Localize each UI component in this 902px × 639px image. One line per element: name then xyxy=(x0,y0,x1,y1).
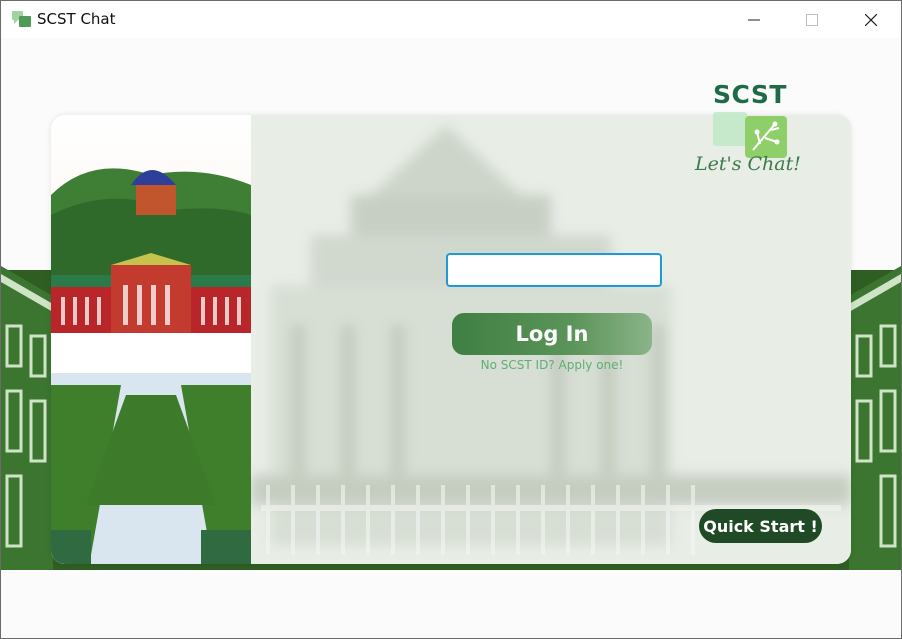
apply-id-link[interactable]: No SCST ID? Apply one! xyxy=(452,358,652,372)
scst-logo: SCST Let's Chat! xyxy=(691,80,816,180)
maximize-button[interactable] xyxy=(789,1,835,38)
close-button[interactable] xyxy=(848,1,894,38)
app-window: SCST Chat SCST Let's Chat! Log In No SCS… xyxy=(0,0,902,639)
window-title: SCST Chat xyxy=(37,10,116,28)
minimize-icon xyxy=(748,19,760,20)
quick-start-button[interactable]: Quick Start ! xyxy=(699,509,822,543)
login-card xyxy=(51,115,851,564)
maximize-icon xyxy=(806,13,818,26)
title-bar[interactable]: SCST Chat xyxy=(1,1,901,38)
building-wing-left-decoration xyxy=(1,266,53,570)
building-wing-right-decoration xyxy=(849,266,901,570)
logo-text: SCST xyxy=(713,80,787,109)
campus-photo xyxy=(51,115,251,564)
close-icon xyxy=(865,13,877,26)
login-button[interactable]: Log In xyxy=(452,313,652,355)
minimize-button[interactable] xyxy=(731,1,777,38)
scst-id-input[interactable] xyxy=(446,253,662,287)
logo-tagline: Let's Chat! xyxy=(695,153,801,175)
client-area: SCST Let's Chat! Log In No SCST ID? Appl… xyxy=(1,38,901,638)
app-chat-icon xyxy=(12,11,31,27)
